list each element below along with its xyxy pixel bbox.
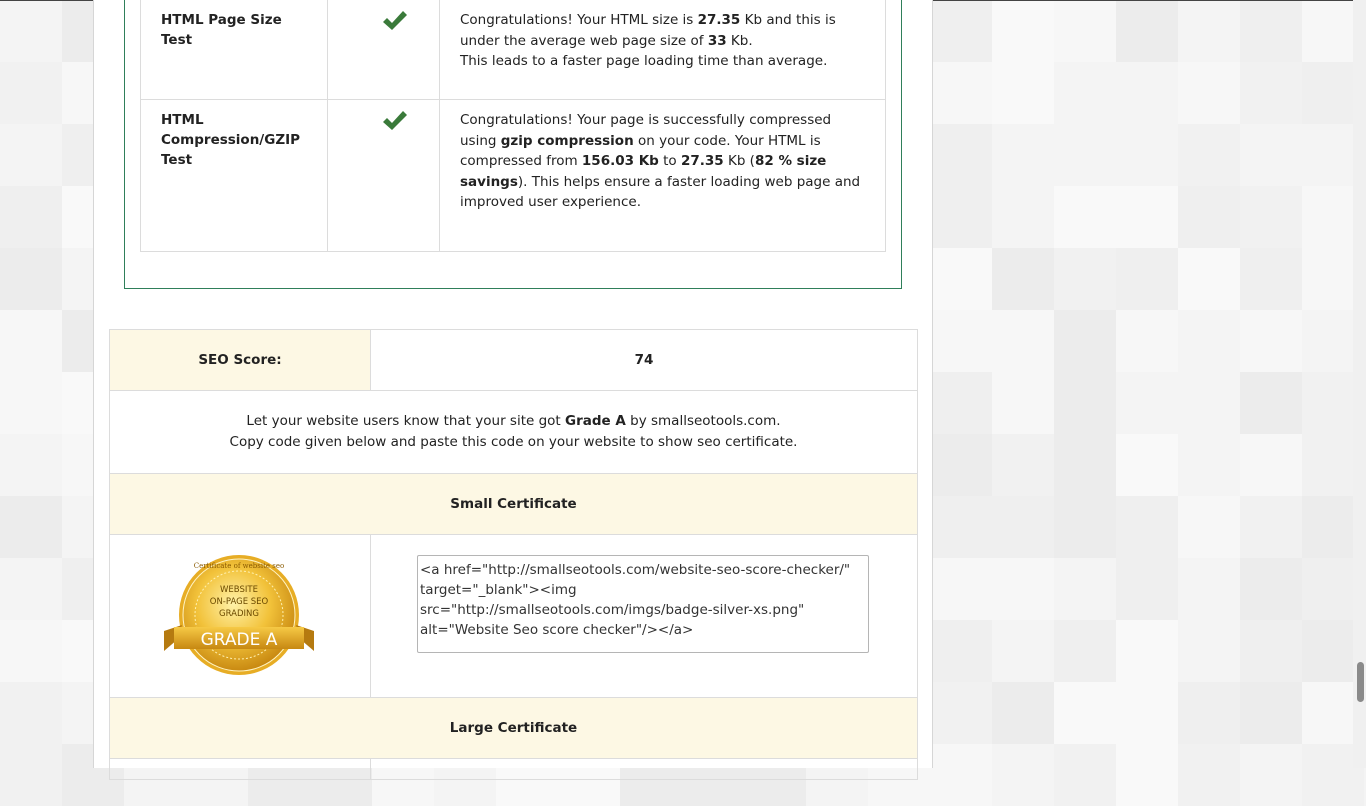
test-description: Congratulations! Your HTML size is 27.35… (439, 0, 886, 100)
large-certificate-row (110, 759, 917, 779)
table-row: HTML Compression/GZIP Test Congratulatio… (140, 99, 886, 252)
seo-score-label: SEO Score: (110, 330, 371, 390)
test-results-panel: HTML Page Size Test Congratulations! You… (124, 0, 902, 289)
scrollbar-thumb[interactable] (1357, 662, 1364, 702)
small-certificate-row: Certificate of website seo WEBSITE ON-PA… (110, 535, 917, 698)
svg-text:ON-PAGE SEO: ON-PAGE SEO (210, 597, 269, 607)
small-certificate-heading: Small Certificate (110, 474, 917, 535)
svg-text:GRADING: GRADING (219, 609, 259, 619)
svg-text:WEBSITE: WEBSITE (220, 585, 258, 595)
test-description: Congratulations! Your page is successful… (439, 99, 886, 252)
main-content: HTML Page Size Test Congratulations! You… (93, 0, 933, 780)
vertical-scrollbar[interactable] (1353, 0, 1366, 768)
test-name: HTML Page Size Test (140, 0, 328, 100)
check-icon (383, 111, 407, 130)
test-results-table: HTML Page Size Test Congratulations! You… (140, 0, 886, 252)
seo-score-value: 74 (634, 352, 654, 368)
seo-score-table: SEO Score: 74 Let your website users kno… (109, 329, 918, 780)
large-certificate-heading: Large Certificate (110, 698, 917, 759)
small-certificate-code[interactable]: <a href="http://smallseotools.com/websit… (417, 555, 869, 653)
grade-text: Grade A (565, 413, 626, 429)
grade-a-badge-image: Certificate of website seo WEBSITE ON-PA… (164, 555, 314, 675)
svg-text:GRADE A: GRADE A (201, 630, 278, 650)
test-name: HTML Compression/GZIP Test (140, 99, 328, 252)
score-row: SEO Score: 74 (110, 330, 917, 391)
certificate-message: Let your website users know that your si… (110, 391, 917, 474)
svg-text:Certificate of website seo: Certificate of website seo (194, 562, 284, 570)
table-row: HTML Page Size Test Congratulations! You… (140, 0, 886, 100)
check-icon (383, 11, 407, 30)
